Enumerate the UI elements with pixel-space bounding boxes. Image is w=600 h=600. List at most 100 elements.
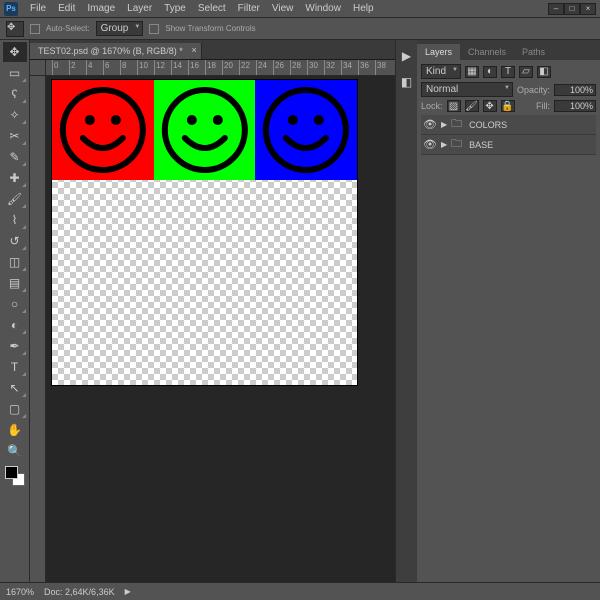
- pen-tool[interactable]: ✒: [3, 336, 27, 356]
- layer-name[interactable]: BASE: [469, 140, 493, 150]
- lock-label: Lock:: [421, 101, 443, 111]
- crop-tool[interactable]: ✂: [3, 126, 27, 146]
- layer-filter-row: Kind ▦ ◐ T ▱ ◧: [421, 64, 596, 79]
- lock-fill-row: Lock: ▨ 🖌 ✥ 🔒 Fill: 100%: [421, 100, 596, 112]
- menu-window[interactable]: Window: [299, 1, 347, 16]
- menu-edit[interactable]: Edit: [52, 1, 81, 16]
- eyedropper-tool[interactable]: ✎: [3, 147, 27, 167]
- toolbox: ✥ ▭ ʕ ✧ ✂ ✎ ✚ 🖌 ⌇ ↺ ◫ ▤ ○ ◐ ✒ T ↖ ▢ ✋ 🔍: [0, 40, 30, 582]
- smiley-icon: [52, 80, 154, 180]
- document-tab-title: TEST02.psd @ 1670% (B, RGB/8) *: [38, 46, 183, 56]
- lock-pixels-icon[interactable]: 🖌: [465, 100, 479, 112]
- color-swatches[interactable]: [5, 466, 25, 486]
- type-tool[interactable]: T: [3, 357, 27, 377]
- layer-row[interactable]: 👁 ▶ 🗀 BASE: [421, 135, 596, 155]
- expand-icon[interactable]: ▶: [441, 120, 447, 129]
- document-tab[interactable]: TEST02.psd @ 1670% (B, RGB/8) * ×: [30, 43, 202, 59]
- minimize-button[interactable]: –: [548, 3, 564, 15]
- panel-tabs: Layers Channels Paths: [417, 40, 600, 60]
- heal-tool[interactable]: ✚: [3, 168, 27, 188]
- eraser-tool[interactable]: ◫: [3, 252, 27, 272]
- filter-smart-icon[interactable]: ◧: [537, 66, 551, 78]
- panel-dock: ▶ ◧: [396, 40, 417, 582]
- app-logo: Ps: [4, 2, 18, 16]
- zoom-readout[interactable]: 1670%: [6, 587, 34, 597]
- blue-cell: [255, 80, 357, 180]
- fill-label: Fill:: [536, 101, 550, 111]
- brush-tool[interactable]: 🖌: [3, 189, 27, 209]
- menu-bar: Ps File Edit Image Layer Type Select Fil…: [0, 0, 600, 18]
- opacity-input[interactable]: 100%: [554, 84, 596, 96]
- lock-all-icon[interactable]: 🔒: [501, 100, 515, 112]
- marquee-tool[interactable]: ▭: [3, 63, 27, 83]
- stamp-tool[interactable]: ⌇: [3, 210, 27, 230]
- foreground-swatch[interactable]: [5, 466, 18, 479]
- wand-tool[interactable]: ✧: [3, 105, 27, 125]
- panel-area: ▶ ◧ Layers Channels Paths Kind ▦ ◐ T ▱ ◧…: [395, 40, 600, 582]
- layers-body: Kind ▦ ◐ T ▱ ◧ Normal Opacity: 100% Lock…: [417, 60, 600, 582]
- info-arrow-icon[interactable]: ▶: [125, 587, 131, 596]
- green-cell: [154, 80, 256, 180]
- auto-select-label: Auto-Select:: [46, 24, 90, 33]
- hand-tool[interactable]: ✋: [3, 420, 27, 440]
- document-area: TEST02.psd @ 1670% (B, RGB/8) * × 024681…: [30, 40, 395, 582]
- history-brush-tool[interactable]: ↺: [3, 231, 27, 251]
- auto-select-checkbox[interactable]: [30, 24, 40, 34]
- dock-play-icon[interactable]: ▶: [399, 48, 415, 64]
- horizontal-ruler[interactable]: 02468101214161820222426283032343638: [46, 60, 395, 76]
- canvas[interactable]: [52, 80, 357, 385]
- menu-filter[interactable]: Filter: [232, 1, 266, 16]
- ruler-origin[interactable]: [30, 60, 46, 76]
- options-bar: ✥ Auto-Select: Group Show Transform Cont…: [0, 18, 600, 40]
- blend-mode-dropdown[interactable]: Normal: [421, 82, 513, 97]
- auto-select-dropdown[interactable]: Group: [96, 21, 144, 36]
- close-tab-icon[interactable]: ×: [191, 45, 196, 55]
- menu-layer[interactable]: Layer: [121, 1, 158, 16]
- canvas-viewport[interactable]: 02468101214161820222426283032343638: [30, 60, 395, 582]
- blend-opacity-row: Normal Opacity: 100%: [421, 82, 596, 97]
- layer-kind-dropdown[interactable]: Kind: [421, 64, 461, 79]
- opacity-label: Opacity:: [517, 85, 550, 95]
- vertical-ruler[interactable]: [30, 76, 46, 582]
- menu-type[interactable]: Type: [158, 1, 192, 16]
- filter-adjust-icon[interactable]: ◐: [483, 66, 497, 78]
- lasso-tool[interactable]: ʕ: [3, 84, 27, 104]
- window-controls: – □ ×: [548, 3, 596, 15]
- show-transform-checkbox[interactable]: [149, 24, 159, 34]
- maximize-button[interactable]: □: [564, 3, 580, 15]
- close-button[interactable]: ×: [580, 3, 596, 15]
- tab-layers[interactable]: Layers: [417, 44, 460, 60]
- dock-history-icon[interactable]: ◧: [399, 74, 415, 90]
- smiley-icon: [154, 80, 256, 180]
- menu-select[interactable]: Select: [192, 1, 232, 16]
- red-cell: [52, 80, 154, 180]
- dodge-tool[interactable]: ◐: [3, 315, 27, 335]
- layer-name[interactable]: COLORS: [469, 120, 507, 130]
- zoom-tool[interactable]: 🔍: [3, 441, 27, 461]
- layer-row[interactable]: 👁 ▶ 🗀 COLORS: [421, 115, 596, 135]
- expand-icon[interactable]: ▶: [441, 140, 447, 149]
- folder-icon: 🗀: [451, 115, 465, 134]
- menu-image[interactable]: Image: [81, 1, 121, 16]
- gradient-tool[interactable]: ▤: [3, 273, 27, 293]
- color-row: [52, 80, 357, 180]
- visibility-icon[interactable]: 👁: [423, 138, 437, 151]
- menu-view[interactable]: View: [266, 1, 300, 16]
- lock-position-icon[interactable]: ✥: [483, 100, 497, 112]
- menu-file[interactable]: File: [24, 1, 52, 16]
- lock-transparent-icon[interactable]: ▨: [447, 100, 461, 112]
- tab-paths[interactable]: Paths: [514, 44, 553, 60]
- path-tool[interactable]: ↖: [3, 378, 27, 398]
- tab-channels[interactable]: Channels: [460, 44, 514, 60]
- move-tool[interactable]: ✥: [3, 42, 27, 62]
- filter-pixel-icon[interactable]: ▦: [465, 66, 479, 78]
- fill-input[interactable]: 100%: [554, 100, 596, 112]
- doc-info[interactable]: Doc: 2,64K/6,36K: [44, 587, 115, 597]
- visibility-icon[interactable]: 👁: [423, 118, 437, 131]
- folder-icon: 🗀: [451, 135, 465, 154]
- blur-tool[interactable]: ○: [3, 294, 27, 314]
- shape-tool[interactable]: ▢: [3, 399, 27, 419]
- menu-help[interactable]: Help: [347, 1, 380, 16]
- filter-type-icon[interactable]: T: [501, 66, 515, 78]
- filter-shape-icon[interactable]: ▱: [519, 66, 533, 78]
